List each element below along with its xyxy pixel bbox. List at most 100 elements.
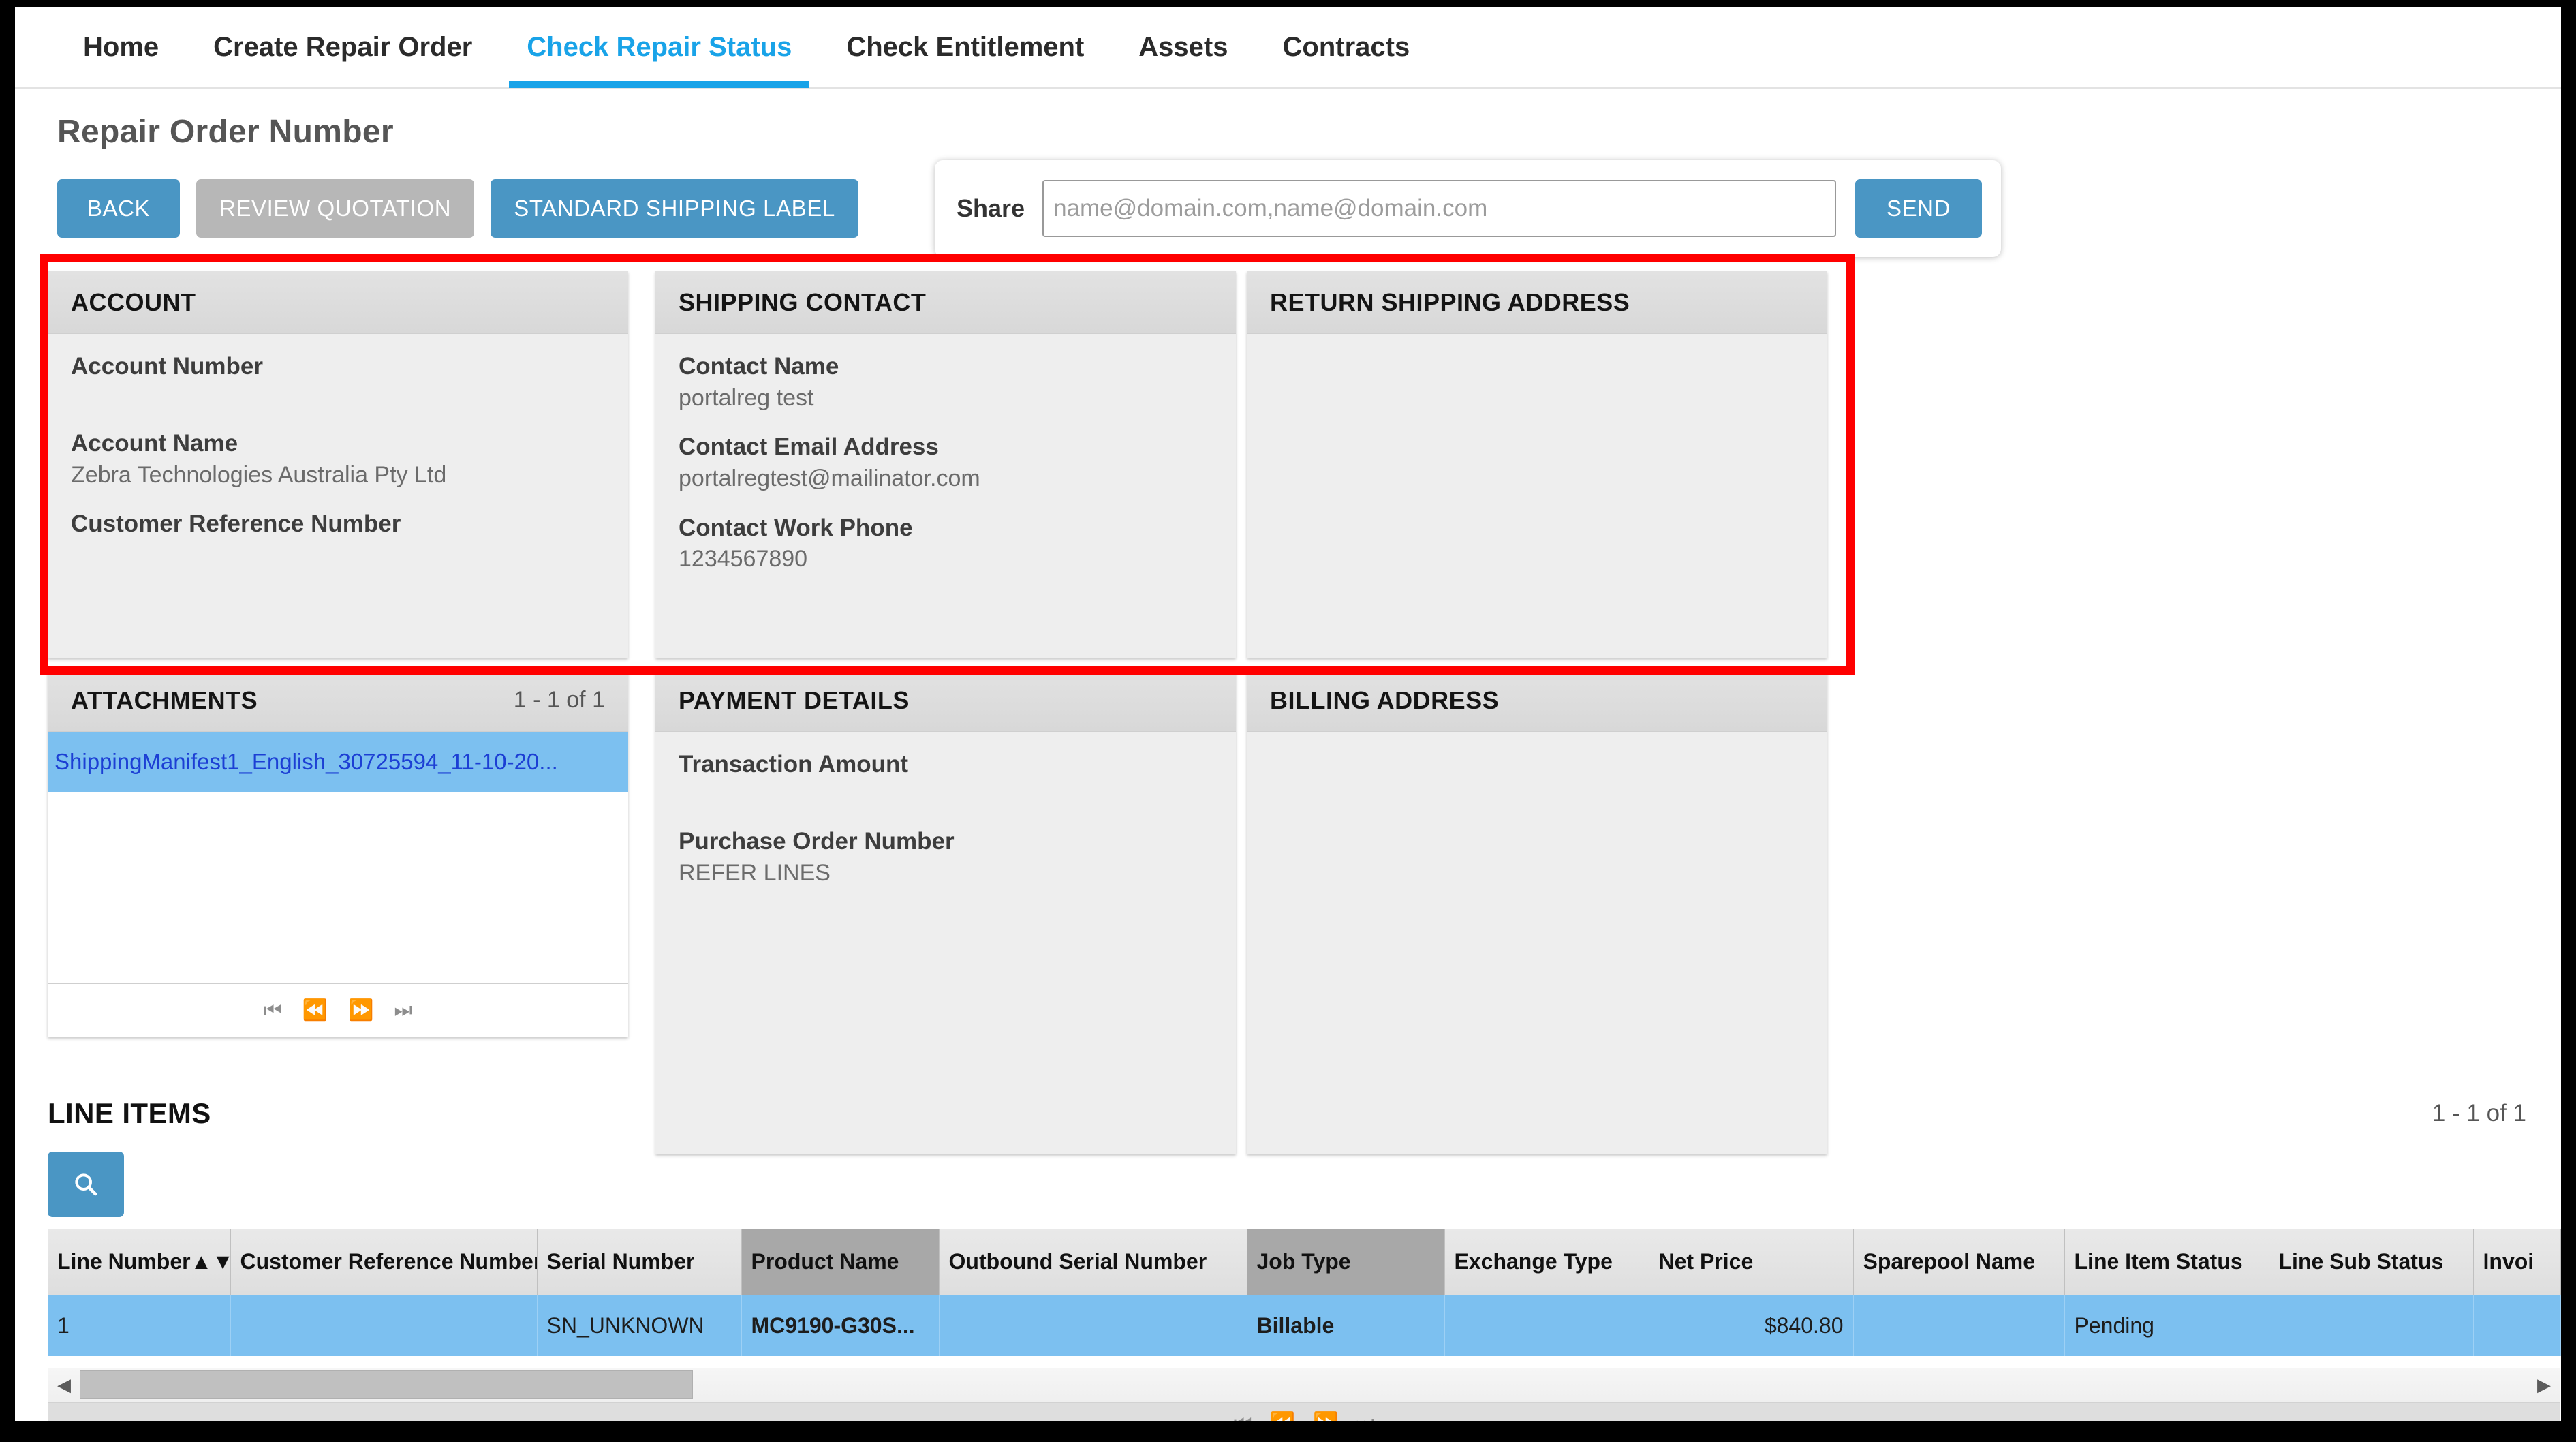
attachments-card: ATTACHMENTS 1 - 1 of 1 ShippingManifest1… [48, 669, 628, 1037]
cell-job-type: Billable [1247, 1295, 1445, 1356]
scroll-left-icon[interactable]: ◀ [48, 1375, 80, 1396]
scrollbar-thumb[interactable] [80, 1370, 693, 1399]
table-row[interactable]: 1 SN_UNKNOWN MC9190-G30S... Billable $84… [48, 1295, 2561, 1356]
shipping-contact-card: SHIPPING CONTACT Contact Name portalreg … [655, 271, 1236, 658]
share-label: Share [957, 194, 1025, 222]
attachments-card-header: ATTACHMENTS 1 - 1 of 1 [48, 669, 628, 732]
shipping-contact-card-header: SHIPPING CONTACT [655, 271, 1236, 334]
attachment-file-link[interactable]: ShippingManifest1_English_30725594_11-10… [55, 749, 558, 775]
line-items-header: LINE ITEMS 1 - 1 of 1 [48, 1097, 2541, 1130]
payment-details-card-title: PAYMENT DETAILS [679, 686, 910, 714]
cell-line-sub-status [2269, 1295, 2474, 1356]
table-header-row: Line Number▲▼ Customer Reference Number … [48, 1229, 2561, 1295]
nav-tab-contracts[interactable]: Contracts [1256, 7, 1438, 86]
cell-customer-reference-number [230, 1295, 538, 1356]
column-header-line-item-status[interactable]: Line Item Status [2064, 1229, 2269, 1295]
billing-address-card: BILLING ADDRESS [1247, 669, 1827, 1154]
previous-page-icon[interactable]: ⏪ [1270, 1413, 1295, 1422]
account-card-body: Account Number Account Name Zebra Techno… [48, 334, 628, 572]
previous-page-icon[interactable]: ⏪ [302, 1000, 328, 1021]
card-row-top: ACCOUNT Account Number Account Name Zebr… [48, 271, 1846, 658]
billing-address-card-title: BILLING ADDRESS [1270, 686, 1500, 714]
next-page-icon[interactable]: ⏩ [1313, 1413, 1338, 1422]
column-header-sparepool-name[interactable]: Sparepool Name [1853, 1229, 2065, 1295]
line-items-table: Line Number▲▼ Customer Reference Number … [48, 1229, 2561, 1356]
cell-outbound-serial-number [939, 1295, 1247, 1356]
scroll-right-icon[interactable]: ▶ [2528, 1375, 2560, 1396]
back-button[interactable]: BACK [57, 179, 180, 238]
attachments-list: ShippingManifest1_English_30725594_11-10… [48, 732, 628, 984]
attachments-card-title: ATTACHMENTS [71, 686, 258, 714]
last-page-icon[interactable]: ⏭ [394, 1000, 412, 1021]
field-account-number: Account Number [71, 353, 263, 380]
nav-tab-check-entitlement[interactable]: Check Entitlement [819, 7, 1111, 86]
nav-tab-home[interactable]: Home [56, 7, 186, 86]
cell-net-price: $840.80 [1649, 1295, 1854, 1356]
share-email-input[interactable] [1042, 180, 1836, 237]
column-header-job-type[interactable]: Job Type [1247, 1229, 1445, 1295]
first-page-icon[interactable]: ⏮ [1234, 1413, 1252, 1422]
line-items-table-wrapper: Line Number▲▼ Customer Reference Number … [48, 1229, 2561, 1356]
payment-details-card: PAYMENT DETAILS Transaction Amount Purch… [655, 669, 1236, 1154]
shipping-contact-card-body: Contact Name portalreg test Contact Emai… [655, 334, 1236, 607]
scrollbar-track[interactable] [80, 1368, 2528, 1402]
cell-serial-number: SN_UNKNOWN [537, 1295, 742, 1356]
field-account-name: Account Name Zebra Technologies Australi… [71, 429, 447, 488]
line-items-title: LINE ITEMS [48, 1097, 211, 1129]
column-header-serial-number[interactable]: Serial Number [537, 1229, 742, 1295]
attachments-pager: ⏮ ⏪ ⏩ ⏭ [48, 984, 628, 1037]
review-quotation-button[interactable]: REVIEW QUOTATION [196, 179, 475, 238]
cell-line-item-status: Pending [2064, 1295, 2269, 1356]
last-page-icon[interactable]: ⏭ [1356, 1413, 1374, 1422]
shipping-contact-card-title: SHIPPING CONTACT [679, 288, 927, 316]
nav-tab-check-repair-status[interactable]: Check Repair Status [499, 7, 819, 88]
field-contact-name: Contact Name portalreg test [679, 353, 839, 411]
nav-tab-create-repair-order[interactable]: Create Repair Order [186, 7, 499, 86]
account-card-title: ACCOUNT [71, 288, 196, 316]
action-toolbar: BACK REVIEW QUOTATION STANDARD SHIPPING … [57, 160, 2561, 257]
share-panel: Share SEND [935, 160, 2001, 257]
attachment-list-item[interactable]: ShippingManifest1_English_30725594_11-10… [48, 732, 628, 792]
cell-exchange-type [1444, 1295, 1649, 1356]
column-header-invoice[interactable]: Invoi [2473, 1229, 2561, 1295]
line-items-pager: ⏮ ⏪ ⏩ ⏭ [48, 1403, 2560, 1421]
card-row-bottom: ATTACHMENTS 1 - 1 of 1 ShippingManifest1… [48, 669, 1846, 1154]
column-header-customer-reference-number[interactable]: Customer Reference Number [230, 1229, 538, 1295]
app-window: Home Create Repair Order Check Repair St… [15, 7, 2561, 1421]
line-items-search-button[interactable] [48, 1152, 124, 1217]
line-items-count: 1 - 1 of 1 [2432, 1100, 2526, 1126]
field-transaction-amount: Transaction Amount [679, 751, 909, 778]
column-header-line-number[interactable]: Line Number▲▼ [48, 1229, 231, 1295]
return-shipping-address-card: RETURN SHIPPING ADDRESS [1247, 271, 1827, 658]
return-shipping-address-card-title: RETURN SHIPPING ADDRESS [1270, 288, 1630, 316]
page-title: Repair Order Number [57, 114, 394, 150]
field-contact-email-address: Contact Email Address portalregtest@mail… [679, 433, 980, 492]
billing-address-card-header: BILLING ADDRESS [1247, 669, 1827, 732]
first-page-icon[interactable]: ⏮ [264, 1000, 282, 1021]
field-purchase-order-number: Purchase Order Number REFER LINES [679, 827, 955, 886]
nav-tab-assets[interactable]: Assets [1111, 7, 1255, 86]
account-card-header: ACCOUNT [48, 271, 628, 334]
send-button[interactable]: SEND [1855, 179, 1982, 238]
next-page-icon[interactable]: ⏩ [348, 1000, 373, 1021]
column-header-line-sub-status[interactable]: Line Sub Status [2269, 1229, 2474, 1295]
column-header-net-price[interactable]: Net Price [1649, 1229, 1854, 1295]
cell-line-number: 1 [48, 1295, 231, 1356]
payment-details-card-body: Transaction Amount Purchase Order Number… [655, 732, 1236, 921]
cell-product-name: MC9190-G30S... [741, 1295, 940, 1356]
cell-invoice [2473, 1295, 2561, 1356]
field-contact-work-phone: Contact Work Phone 1234567890 [679, 514, 913, 572]
column-header-outbound-serial-number[interactable]: Outbound Serial Number [939, 1229, 1247, 1295]
search-icon [75, 1173, 97, 1196]
return-shipping-address-card-header: RETURN SHIPPING ADDRESS [1247, 271, 1827, 334]
column-header-product-name[interactable]: Product Name [741, 1229, 940, 1295]
account-card: ACCOUNT Account Number Account Name Zebr… [48, 271, 628, 658]
column-header-exchange-type[interactable]: Exchange Type [1444, 1229, 1649, 1295]
billing-address-card-body [1247, 732, 1827, 763]
cell-sparepool-name [1853, 1295, 2065, 1356]
field-customer-reference-number: Customer Reference Number [71, 510, 401, 538]
details-card-grid: ACCOUNT Account Number Account Name Zebr… [48, 271, 1846, 1154]
main-navigation: Home Create Repair Order Check Repair St… [15, 7, 2561, 89]
table-horizontal-scrollbar[interactable]: ◀ ▶ [48, 1368, 2560, 1403]
standard-shipping-label-button[interactable]: STANDARD SHIPPING LABEL [491, 179, 858, 238]
